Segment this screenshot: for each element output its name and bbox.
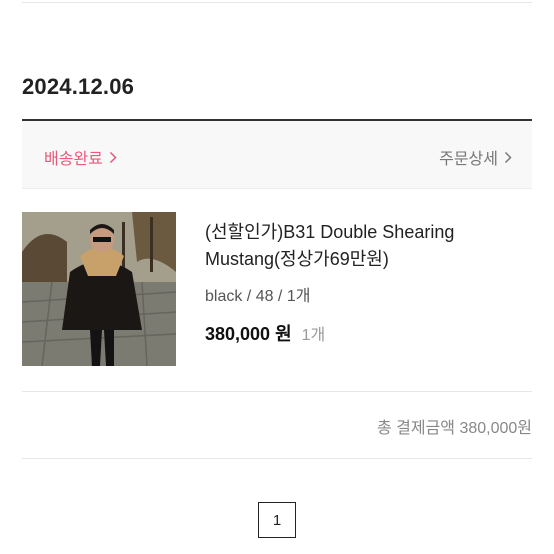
order-detail-label: 주문상세: [439, 151, 498, 168]
product-image[interactable]: [22, 212, 176, 366]
product-option: black / 48 / 1개: [205, 288, 311, 305]
order-status-bar: 배송완료 주문상세: [22, 121, 532, 189]
delivery-status-link[interactable]: 배송완료: [44, 145, 117, 169]
product-name[interactable]: (선할인가)B31 Double Shearing Mustang(정상가69만…: [205, 219, 525, 273]
top-divider: [22, 2, 532, 3]
chevron-right-icon: [504, 151, 512, 169]
pagination-page-button[interactable]: 1: [258, 502, 296, 538]
delivery-status-label: 배송완료: [44, 151, 103, 168]
chevron-right-icon: [109, 151, 117, 169]
product-price: 380,000 원: [205, 324, 292, 344]
order-detail-link[interactable]: 주문상세: [439, 145, 512, 169]
bottom-divider: [22, 458, 532, 459]
order-date: 2024.12.06: [22, 74, 135, 99]
total-payment: 총 결제금액 380,000원: [376, 420, 532, 437]
product-quantity: 1개: [301, 327, 326, 344]
product-price-row: 380,000 원 1개: [205, 320, 325, 346]
product-divider: [22, 391, 532, 392]
